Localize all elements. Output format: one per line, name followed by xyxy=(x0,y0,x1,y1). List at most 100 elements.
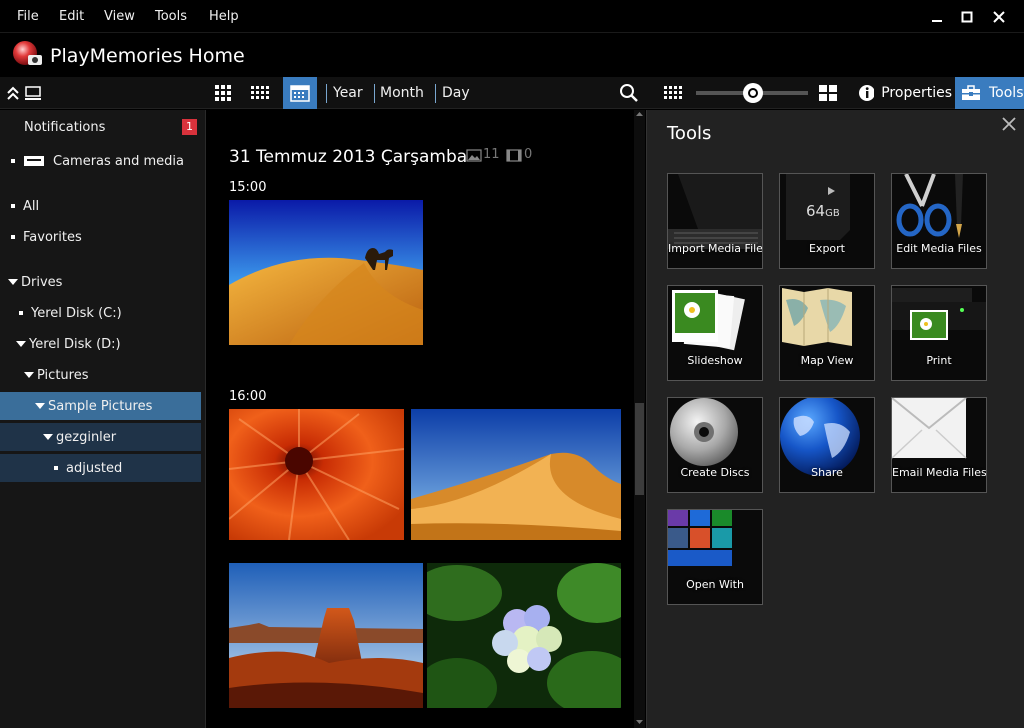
expand-triangle-icon xyxy=(35,403,45,409)
tool-export[interactable]: 64GB Export xyxy=(779,173,875,269)
double-chevron-up-icon xyxy=(7,86,19,100)
photo-thumbnail[interactable] xyxy=(427,563,621,708)
all-label: All xyxy=(23,198,40,214)
close-icon xyxy=(993,11,1005,23)
hydrangea-photo xyxy=(427,563,621,708)
tool-share[interactable]: Share xyxy=(779,397,875,493)
video-count: 0 xyxy=(524,147,533,162)
tool-create-discs[interactable]: Create Discs xyxy=(667,397,763,493)
bullet-icon xyxy=(11,235,15,239)
title-bar: PlayMemories Home xyxy=(0,33,1024,77)
tool-label: Export xyxy=(808,242,845,255)
close-window-button[interactable] xyxy=(987,6,1011,28)
photo-thumbnail[interactable] xyxy=(229,409,404,540)
expand-triangle-icon xyxy=(24,372,34,378)
sidebar-item-notifications[interactable]: Notifications xyxy=(0,113,201,141)
device-view-button[interactable] xyxy=(22,77,44,109)
tool-email-media-files[interactable]: Email Media Files xyxy=(891,397,987,493)
monument-valley-photo xyxy=(229,563,423,708)
tool-label: Import Media Files xyxy=(668,242,763,255)
menu-bar: File Edit View Tools Help xyxy=(0,0,1024,33)
separator xyxy=(326,84,327,103)
tool-map-view[interactable]: Map View xyxy=(779,285,875,381)
tool-label: Edit Media Files xyxy=(896,242,982,255)
photo-browser-scrollbar[interactable] xyxy=(634,110,645,728)
properties-button[interactable]: Properties xyxy=(852,77,952,109)
menu-help[interactable]: Help xyxy=(209,9,239,24)
tool-slideshow[interactable]: Slideshow xyxy=(667,285,763,381)
maximize-button[interactable] xyxy=(955,6,979,28)
grid-icon xyxy=(215,85,231,101)
drive-d-label: Yerel Disk (D:) xyxy=(29,336,121,352)
bullet-icon xyxy=(11,159,15,163)
grid-view-button[interactable] xyxy=(210,77,236,109)
red-flower-photo xyxy=(229,409,404,540)
separator xyxy=(374,84,375,103)
sidebar-item-drive-d[interactable]: Yerel Disk (D:) xyxy=(0,330,201,358)
sidebar-item-gezginler[interactable]: gezginler xyxy=(0,423,201,451)
tool-label: Share xyxy=(811,466,843,479)
large-grid-icon xyxy=(819,85,837,101)
photo-thumbnail[interactable] xyxy=(229,563,423,708)
sidebar-item-pictures[interactable]: Pictures xyxy=(0,361,201,389)
list-view-button[interactable] xyxy=(247,77,273,109)
photo-browser: 31 Temmuz 2013 Çarşamba 11 0 15:00 16:00 xyxy=(207,110,645,728)
time-group-label: 16:00 xyxy=(229,389,267,404)
menu-view[interactable]: View xyxy=(104,9,135,24)
menu-tools[interactable]: Tools xyxy=(155,9,187,24)
sample-pictures-label: Sample Pictures xyxy=(48,398,153,414)
search-icon xyxy=(620,84,638,102)
tool-label: Slideshow xyxy=(687,354,743,367)
sidebar-item-drive-c[interactable]: Yerel Disk (C:) xyxy=(0,299,201,327)
small-thumbnails-button[interactable] xyxy=(660,77,686,109)
toolbox-icon xyxy=(962,85,980,100)
drive-c-label: Yerel Disk (C:) xyxy=(31,305,122,321)
day-button[interactable]: Day xyxy=(442,85,470,101)
scroll-thumb[interactable] xyxy=(635,403,644,495)
card-capacity: 64GB xyxy=(806,202,840,220)
month-button[interactable]: Month xyxy=(380,85,424,101)
year-button[interactable]: Year xyxy=(333,85,363,101)
scroll-down-arrow-icon[interactable] xyxy=(635,718,644,726)
sidebar-item-all[interactable]: All xyxy=(0,192,201,220)
close-tools-button[interactable] xyxy=(999,114,1019,134)
tool-edit-media-files[interactable]: Edit Media Files xyxy=(891,173,987,269)
small-grid-icon xyxy=(664,86,682,99)
sidebar-item-sample-pictures[interactable]: Sample Pictures xyxy=(0,392,201,420)
maximize-icon xyxy=(961,11,973,23)
toolbar: Year Month Day Properties Tools xyxy=(0,77,1024,109)
large-thumbnails-button[interactable] xyxy=(816,77,840,109)
search-button[interactable] xyxy=(616,77,642,109)
photo-count: 11 xyxy=(483,147,500,162)
sidebar-item-favorites[interactable]: Favorites xyxy=(0,223,201,251)
expand-triangle-icon xyxy=(8,279,18,285)
cameras-label: Cameras and media xyxy=(53,153,185,169)
tool-label: Create Discs xyxy=(680,466,750,479)
sidebar-item-cameras[interactable]: Cameras and media xyxy=(0,147,201,175)
separator xyxy=(435,84,436,103)
photo-thumbnail[interactable] xyxy=(411,409,621,540)
properties-label: Properties xyxy=(881,85,952,101)
calendar-view-button[interactable] xyxy=(283,77,317,109)
tool-print[interactable]: Print xyxy=(891,285,987,381)
photo-thumbnail[interactable] xyxy=(229,200,423,345)
tools-button[interactable]: Tools xyxy=(955,77,1024,109)
sidebar-item-drives[interactable]: Drives xyxy=(0,268,201,296)
collapse-sidebar-button[interactable] xyxy=(4,77,22,109)
tools-label: Tools xyxy=(989,85,1024,101)
tool-label: Email Media Files xyxy=(892,466,987,479)
bullet-icon xyxy=(19,311,23,315)
zoom-slider-handle[interactable] xyxy=(743,83,763,103)
menu-file[interactable]: File xyxy=(17,9,39,24)
app-title: PlayMemories Home xyxy=(50,45,245,67)
tool-open-with[interactable]: Open With xyxy=(667,509,763,605)
minimize-button[interactable] xyxy=(925,6,949,28)
menu-edit[interactable]: Edit xyxy=(59,9,84,24)
notifications-label: Notifications xyxy=(24,119,106,135)
drives-label: Drives xyxy=(21,274,63,290)
desert-camel-photo xyxy=(229,200,423,345)
tool-import-media-files[interactable]: Import Media Files xyxy=(667,173,763,269)
sidebar-item-adjusted[interactable]: adjusted xyxy=(0,454,201,482)
date-heading[interactable]: 31 Temmuz 2013 Çarşamba xyxy=(229,147,467,167)
scroll-up-arrow-icon[interactable] xyxy=(635,110,644,118)
